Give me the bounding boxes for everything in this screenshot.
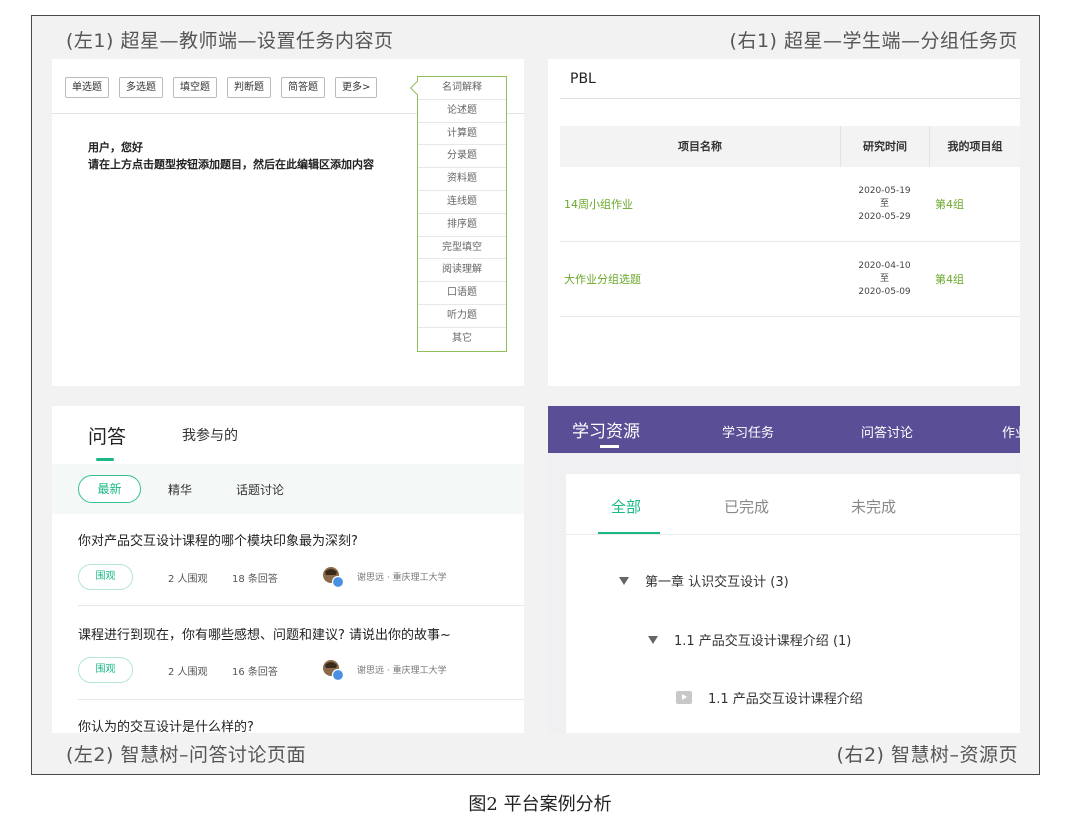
- tree-item-chapter[interactable]: 第一章 认识交互设计 (3): [619, 571, 789, 590]
- column-header-time: 研究时间: [840, 126, 929, 167]
- table-row[interactable]: 14周小组作业 2020-05-19 至 2020-05-29 第4组: [560, 167, 1020, 242]
- multiple-choice-button[interactable]: 多选题: [119, 77, 163, 98]
- menu-item[interactable]: 完型填空: [418, 237, 506, 260]
- list-divider: [78, 605, 524, 606]
- start-date: 2020-05-19: [858, 186, 911, 196]
- question-meta: 围观 2 人围观 16 条回答 谢思远 · 重庆理工大学: [78, 657, 524, 683]
- table-row[interactable]: 大作业分组选题 2020-04-10 至 2020-05-09 第4组: [560, 242, 1020, 317]
- caret-down-icon[interactable]: [648, 636, 658, 644]
- menu-item[interactable]: 排序题: [418, 214, 506, 237]
- project-name-link[interactable]: 14周小组作业: [560, 167, 840, 241]
- nav-homework[interactable]: 作业: [1002, 422, 1020, 441]
- watch-button[interactable]: 围观: [78, 564, 133, 590]
- project-name-link[interactable]: 大作业分组选题: [560, 242, 840, 316]
- caption-right2: (右2) 智慧树–资源页: [836, 744, 1018, 766]
- question-type-toolbar: 单选题 多选题 填空题 判断题 简答题 更多>: [65, 77, 378, 98]
- panel-resources: 学习资源 学习任务 问答讨论 作业 全部 已完成 未完成 第一章 认识交互设计 …: [548, 406, 1020, 733]
- filter-topics[interactable]: 话题讨论: [236, 481, 284, 498]
- group-link[interactable]: 第4组: [929, 167, 1020, 241]
- answer-count: 18 条回答: [232, 574, 278, 585]
- author-info: 谢思远 · 重庆理工大学: [357, 666, 447, 676]
- active-nav-indicator: [600, 445, 619, 448]
- nav-qa-discussion[interactable]: 问答讨论: [861, 422, 913, 441]
- caption-left2: (左2) 智慧树–问答讨论页面: [66, 744, 306, 766]
- fill-blank-button[interactable]: 填空题: [173, 77, 217, 98]
- single-choice-button[interactable]: 单选题: [65, 77, 109, 98]
- menu-item[interactable]: 其它: [418, 328, 506, 351]
- tab-incomplete[interactable]: 未完成: [851, 496, 896, 517]
- chapter-label: 第一章 认识交互设计 (3): [645, 575, 789, 590]
- filter-featured[interactable]: 精华: [168, 481, 192, 498]
- research-period: 2020-05-19 至 2020-05-29: [840, 167, 929, 241]
- menu-item[interactable]: 口语题: [418, 282, 506, 305]
- answer-count: 16 条回答: [232, 667, 278, 678]
- watcher-count: 2 人围观: [168, 574, 208, 585]
- caret-down-icon[interactable]: [619, 577, 629, 585]
- watcher-count: 2 人围观: [168, 667, 208, 678]
- menu-item[interactable]: 阅读理解: [418, 259, 506, 283]
- panel-qa-discussion: 问答 我参与的 最新 精华 话题讨论 你对产品交互设计课程的哪个模块印象最为深刻…: [52, 406, 524, 733]
- question-meta: 围观 2 人围观 18 条回答 谢思远 · 重庆理工大学: [78, 564, 524, 590]
- video-label: 1.1 产品交互设计课程介绍: [708, 692, 863, 707]
- nav-learning-tasks[interactable]: 学习任务: [722, 422, 774, 441]
- video-play-icon: [676, 691, 692, 704]
- group-link[interactable]: 第4组: [929, 242, 1020, 316]
- end-date: 2020-05-09: [858, 287, 911, 297]
- filter-bar: 最新 精华 话题讨论: [52, 464, 524, 514]
- figure-caption: 图2 平台案例分析: [468, 794, 612, 815]
- tab-divider: [566, 534, 1020, 535]
- list-divider: [78, 699, 524, 700]
- author-info: 谢思远 · 重庆理工大学: [357, 573, 447, 583]
- more-types-button[interactable]: 更多>: [335, 77, 378, 98]
- date-to: 至: [879, 199, 889, 209]
- tab-qa[interactable]: 问答: [88, 422, 126, 449]
- tree-item-section[interactable]: 1.1 产品交互设计课程介绍 (1): [648, 630, 851, 649]
- menu-item[interactable]: 论述题: [418, 100, 506, 123]
- watch-button[interactable]: 围观: [78, 657, 133, 683]
- resource-card: 全部 已完成 未完成 第一章 认识交互设计 (3) 1.1 产品交互设计课程介绍…: [566, 474, 1020, 733]
- table-header: 项目名称 研究时间 我的项目组: [560, 126, 1020, 167]
- column-header-group: 我的项目组: [929, 126, 1020, 167]
- nav-learning-resources[interactable]: 学习资源: [572, 417, 640, 442]
- avatar: [323, 660, 344, 681]
- question-title[interactable]: 你对产品交互设计课程的哪个模块印象最为深刻?: [78, 530, 358, 549]
- column-header-name: 项目名称: [678, 140, 722, 153]
- avatar: [323, 567, 344, 588]
- page-title: PBL: [570, 71, 596, 87]
- tab-participated[interactable]: 我参与的: [182, 425, 238, 445]
- research-period: 2020-04-10 至 2020-05-09: [840, 242, 929, 316]
- project-table: 项目名称 研究时间 我的项目组 14周小组作业 2020-05-19 至 202…: [560, 126, 1020, 317]
- panel-teacher-editor: 单选题 多选题 填空题 判断题 简答题 更多> 用户，您好 请在上方点击题型按钮…: [52, 59, 524, 386]
- date-to: 至: [879, 274, 889, 284]
- question-title[interactable]: 课程进行到现在，你有哪些感想、问题和建议? 请说出你的故事~: [78, 624, 451, 643]
- greeting-text: 用户，您好: [88, 141, 143, 154]
- editor-hint: 请在上方点击题型按钮添加题目，然后在此编辑区添加内容: [88, 158, 374, 171]
- end-date: 2020-05-29: [858, 212, 911, 222]
- caption-right1: (右1) 超星—学生端—分组任务页: [729, 30, 1018, 52]
- start-date: 2020-04-10: [858, 261, 911, 271]
- tab-all[interactable]: 全部: [611, 496, 641, 517]
- menu-item[interactable]: 分录题: [418, 145, 506, 169]
- menu-item[interactable]: 名词解释: [418, 77, 506, 100]
- menu-item[interactable]: 资料题: [418, 168, 506, 191]
- menu-item[interactable]: 听力题: [418, 305, 506, 328]
- menu-item[interactable]: 计算题: [418, 123, 506, 146]
- true-false-button[interactable]: 判断题: [227, 77, 271, 98]
- title-divider: [560, 98, 1020, 99]
- more-types-dropdown: 名词解释 论述题 计算题 分录题 资料题 连线题 排序题 完型填空 阅读理解 口…: [417, 76, 507, 352]
- top-nav-bar: 学习资源 学习任务 问答讨论 作业: [548, 406, 1020, 453]
- section-label: 1.1 产品交互设计课程介绍 (1): [674, 634, 852, 649]
- tree-item-video[interactable]: 1.1 产品交互设计课程介绍: [676, 688, 863, 707]
- short-answer-button[interactable]: 简答题: [281, 77, 325, 98]
- tab-completed[interactable]: 已完成: [724, 496, 769, 517]
- panel-group-tasks: PBL 项目名称 研究时间 我的项目组 14周小组作业 2020-05-19 至…: [548, 59, 1020, 386]
- question-title[interactable]: 你认为的交互设计是什么样的?: [78, 716, 254, 733]
- filter-latest[interactable]: 最新: [78, 475, 141, 503]
- menu-item[interactable]: 连线题: [418, 191, 506, 214]
- active-tab-indicator: [96, 458, 114, 461]
- caption-left1: (左1) 超星—教师端—设置任务内容页: [66, 30, 394, 52]
